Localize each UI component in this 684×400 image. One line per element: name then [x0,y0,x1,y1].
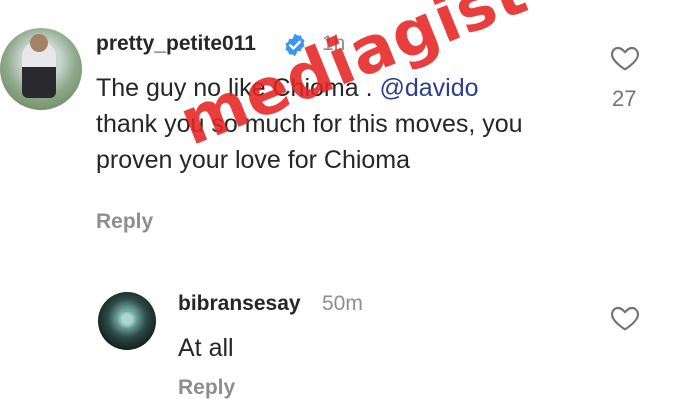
avatar[interactable] [98,292,156,350]
comment-text: At all [178,334,234,362]
comment-username[interactable]: bibransesay [178,292,301,316]
reply-button[interactable]: Reply [178,376,235,400]
comment-2: bibransesay 50m At all Reply [0,0,684,400]
comment-time: 50m [322,292,363,315]
avatar-art [116,312,138,330]
heart-outline-icon[interactable] [608,302,642,334]
